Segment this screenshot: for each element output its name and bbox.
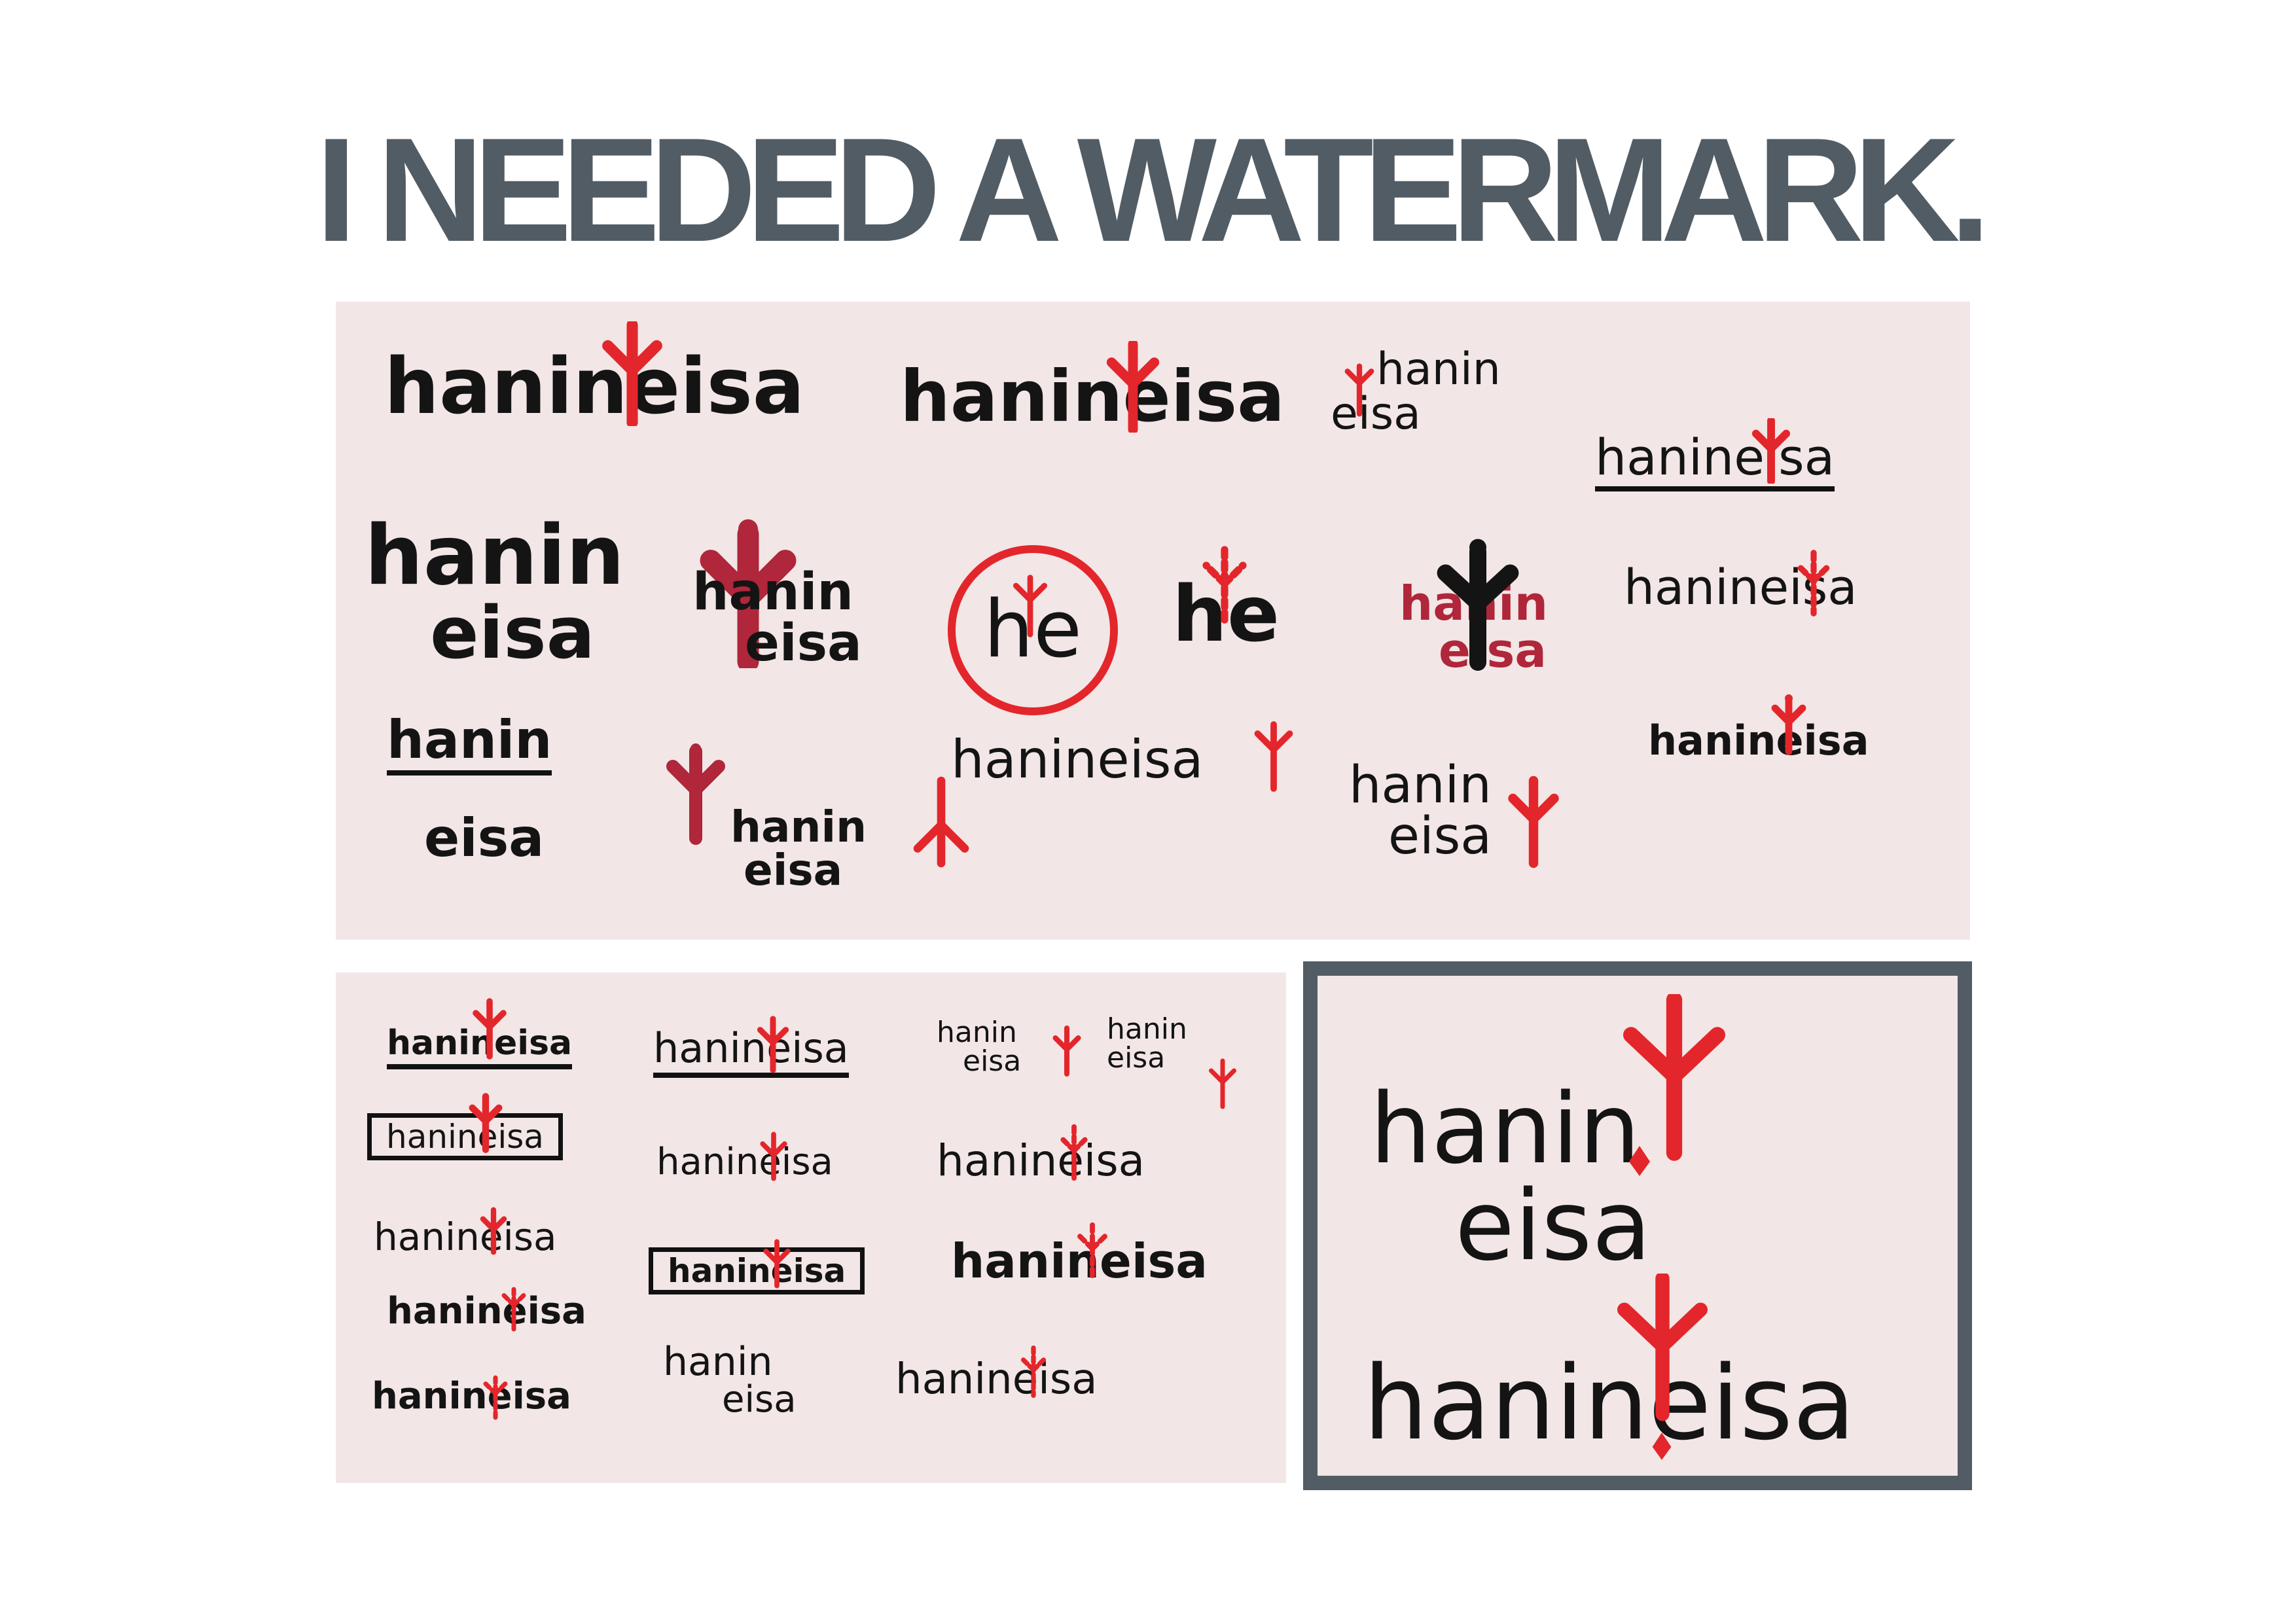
logo-first-name: hanin: [730, 802, 867, 852]
logo-last-name: eisa: [1455, 1169, 1651, 1282]
headline: I NEEDED A WATERMARK.: [315, 107, 1990, 272]
logo-wordmark: hanineisa: [387, 1024, 573, 1063]
logo-variant: hanineisa: [372, 1378, 571, 1415]
final-watermark-panel: hanin eisa hanineisa: [1303, 961, 1972, 1490]
logo-variant: hanineisa: [895, 1359, 1097, 1400]
logo-wordmark: hanineisa: [937, 1135, 1145, 1186]
logo-variant: hanineisa: [951, 734, 1204, 786]
logo-last-name: eisa: [430, 591, 596, 675]
logo-initials: he: [1172, 569, 1280, 659]
logo-variant: eisa: [424, 812, 544, 865]
logo-variant: hanineisa: [1624, 563, 1857, 612]
logo-first-name: hanin: [937, 1016, 1017, 1049]
logo-variant: hanineisa: [937, 1139, 1145, 1183]
logo-variant: hanineisa: [656, 1144, 833, 1181]
logo-variant: he: [1172, 575, 1280, 652]
logo-last-name: eisa: [1331, 388, 1421, 440]
trident-fork-icon: [1504, 773, 1563, 871]
logo-first-name: hanin: [387, 709, 552, 770]
sketch-panel-refinements: hanineisa hanineisa hanineisa hanineisa …: [336, 972, 1286, 1483]
logo-variant: hanin: [387, 714, 552, 776]
trident-fork-icon: [663, 717, 728, 868]
logo-wordmark: hanineisa: [668, 1252, 846, 1290]
final-logo-horizontal: hanineisa: [1363, 1352, 1856, 1454]
logo-wordmark: hanineisa: [656, 1141, 833, 1183]
logo-wordmark: hanineisa: [372, 1375, 571, 1418]
logo-variant: hanineisa: [1595, 433, 1835, 491]
logo-variant: hanineisa: [653, 1028, 849, 1078]
logo-last-name: eisa: [745, 614, 862, 673]
logo-last-name: eisa: [1107, 1041, 1166, 1075]
logo-variant: hanin eisa: [365, 514, 624, 669]
logo-first-name: hanin: [365, 507, 625, 603]
final-logo-stacked: hanin eisa: [1370, 1080, 1651, 1274]
logo-variant: hanin eisa: [1331, 344, 1501, 437]
logo-last-name: eisa: [722, 1378, 797, 1421]
logo-variant: hanin eisa: [692, 567, 862, 669]
logo-wordmark: hanineisa: [374, 1215, 557, 1259]
logo-wordmark: hanineisa: [951, 1234, 1208, 1289]
logo-wordmark: hanineisa: [1648, 717, 1869, 764]
logo-variant: hanin eisa: [1349, 760, 1492, 862]
logo-wordmark: hanineisa: [1595, 428, 1835, 486]
logo-initials: he: [984, 584, 1082, 675]
logo-wordmark: hanineisa: [384, 341, 805, 431]
logo-last-name: eisa: [744, 845, 843, 895]
logo-wordmark: hanineisa: [387, 1290, 586, 1332]
logo-first-name: hanin: [1107, 1012, 1187, 1046]
logo-wordmark: hanineisa: [386, 1118, 544, 1156]
logo-wordmark: hanineisa: [653, 1024, 849, 1072]
logo-first-name: hanin: [1370, 1073, 1641, 1185]
logo-variant: hanineisa: [387, 1024, 573, 1069]
trident-fork-icon: [1050, 1022, 1083, 1080]
logo-first-name: hanin: [1376, 344, 1501, 395]
logo-variant: hanineisa: [900, 362, 1285, 433]
logo-first-name: hanin: [692, 563, 853, 622]
logo-wordmark: hanineisa: [895, 1355, 1098, 1404]
logo-wordmark: hanineisa: [1624, 560, 1857, 616]
logo-variant: hanin eisa: [1399, 580, 1548, 674]
logo-variant: hanin eisa: [730, 806, 867, 892]
logo-variant: hanineisa: [384, 348, 804, 425]
logo-variant: hanin eisa: [663, 1342, 797, 1418]
logo-first-name: hanin: [1349, 756, 1492, 815]
sketch-panel-top: hanineisa hanineisa hanin eisa hanineisa…: [336, 302, 1970, 940]
logo-variant: hanin eisa: [937, 1018, 1021, 1076]
logo-first-name: hanin: [1399, 576, 1549, 631]
trident-fork-icon: [1251, 707, 1297, 806]
logo-wordmark: hanineisa: [951, 729, 1204, 790]
logo-wordmark: hanineisa: [1363, 1344, 1856, 1463]
logo-variant: hanineisa: [374, 1218, 557, 1256]
logo-variant: hanineisa: [951, 1238, 1208, 1285]
logo-variant: hanin eisa: [1107, 1015, 1187, 1073]
logo-variant-boxed: hanineisa: [367, 1113, 563, 1160]
logo-first-name: hanin: [663, 1339, 773, 1385]
logo-last-name: eisa: [1439, 623, 1547, 678]
logo-last-name: eisa: [963, 1044, 1022, 1078]
logo-last-name: eisa: [1388, 807, 1492, 866]
logo-variant: hanineisa: [1648, 721, 1869, 761]
logo-last-name: eisa: [424, 808, 545, 868]
logo-variant-boxed: hanineisa: [649, 1247, 865, 1294]
logo-wordmark: hanineisa: [900, 356, 1285, 438]
logo-variant: hanineisa: [387, 1293, 586, 1330]
logo-variant-circle: he: [948, 545, 1118, 715]
trident-fork-icon: [1206, 1051, 1239, 1116]
